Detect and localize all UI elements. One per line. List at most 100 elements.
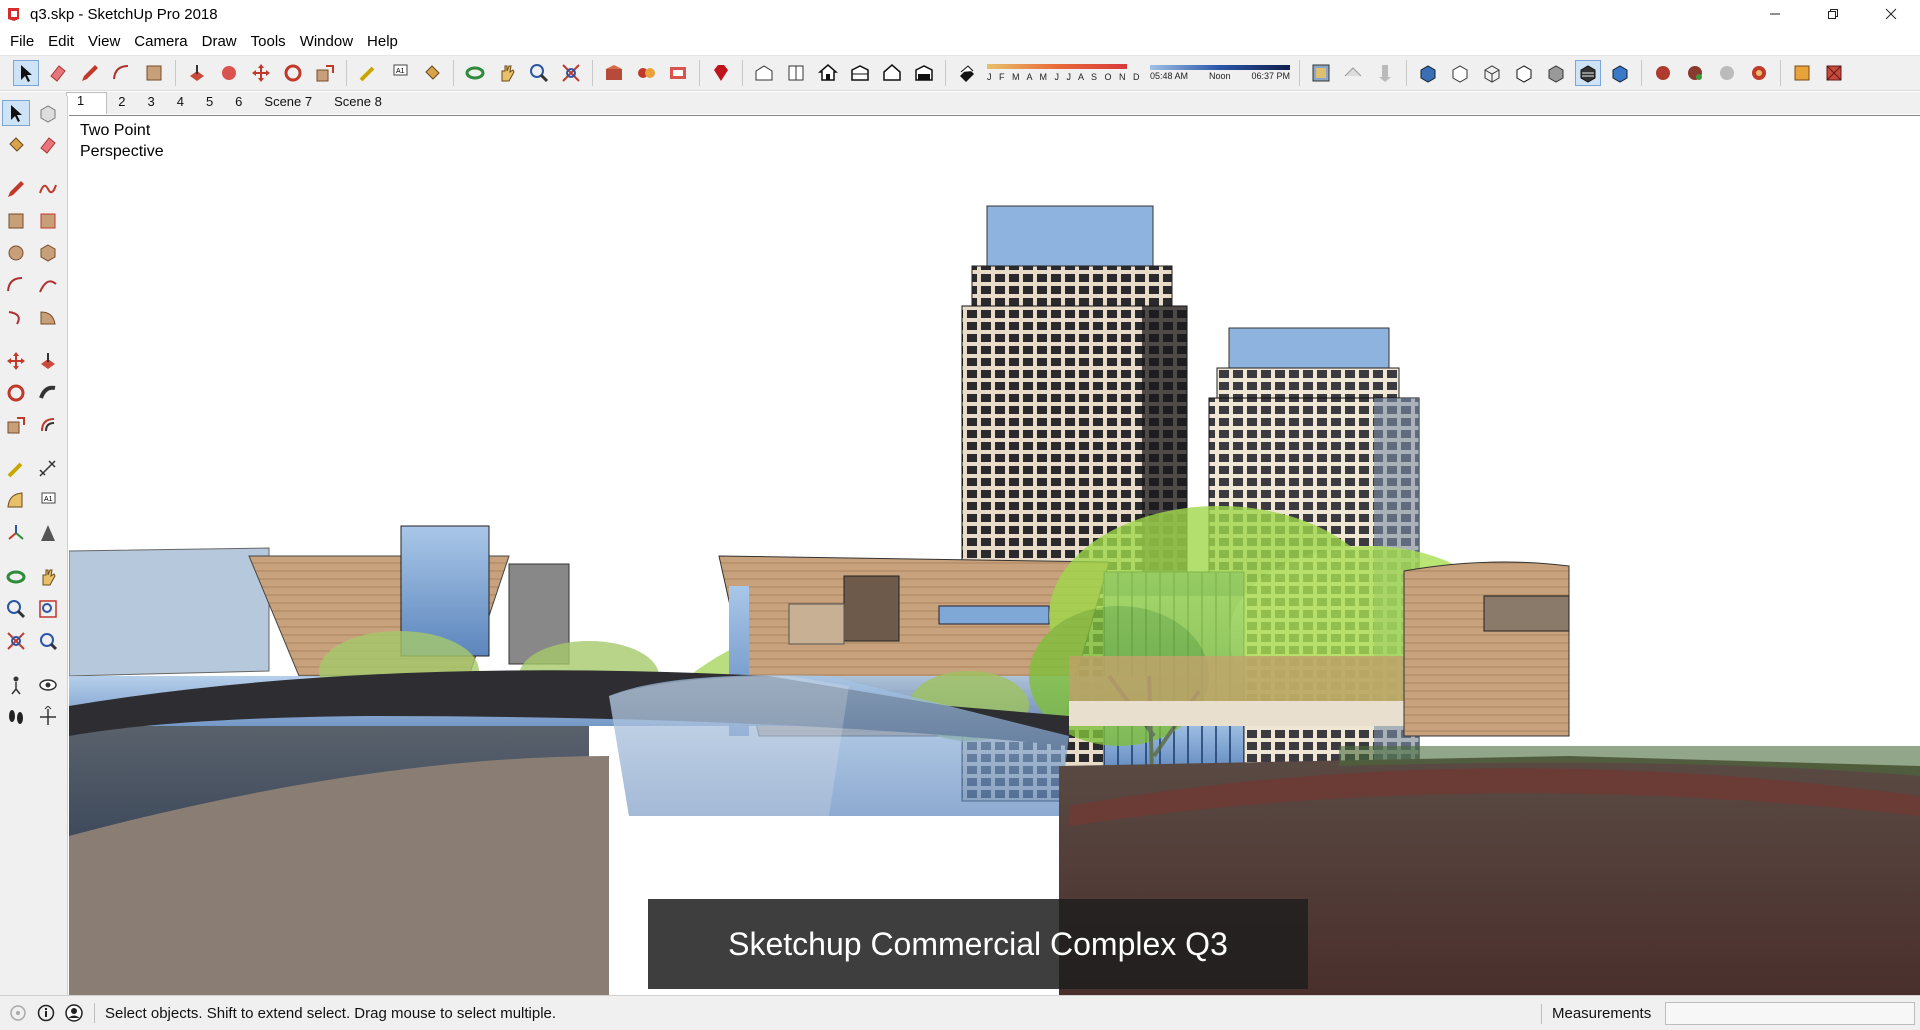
extension-manager-button[interactable] xyxy=(1746,60,1772,86)
scene-tab-2[interactable]: 2 xyxy=(107,92,137,114)
menu-view[interactable]: View xyxy=(81,33,127,50)
protractor-tool[interactable] xyxy=(2,488,30,514)
select-tool-button[interactable] xyxy=(13,60,39,86)
zoom-tool[interactable] xyxy=(2,596,30,622)
geo-location-button[interactable] xyxy=(8,1003,28,1023)
offset-tool[interactable] xyxy=(34,412,62,438)
walk-tool[interactable] xyxy=(2,704,30,730)
left-view-button[interactable] xyxy=(911,60,937,86)
orbit-tool[interactable] xyxy=(2,564,30,590)
menu-edit[interactable]: Edit xyxy=(41,33,81,50)
menu-help[interactable]: Help xyxy=(360,33,405,50)
make-component-tool[interactable] xyxy=(34,100,62,126)
menu-file[interactable]: File xyxy=(3,33,41,50)
month-slider[interactable] xyxy=(987,64,1127,69)
zoom-extents-button[interactable] xyxy=(558,60,584,86)
rotate-tool-button[interactable] xyxy=(280,60,306,86)
wireframe-button[interactable] xyxy=(1479,60,1505,86)
zoom-window-tool[interactable] xyxy=(34,596,62,622)
time-slider[interactable] xyxy=(1150,65,1291,70)
pan-tool[interactable] xyxy=(34,564,62,590)
arc-tool-button[interactable] xyxy=(109,60,135,86)
text-tool[interactable]: A1 xyxy=(34,488,62,514)
back-edges-button[interactable] xyxy=(1447,60,1473,86)
orbit-button[interactable] xyxy=(462,60,488,86)
text-tool-button[interactable]: A1 xyxy=(387,60,413,86)
iso-view-button[interactable] xyxy=(751,60,777,86)
section-plane-tool[interactable] xyxy=(34,704,62,730)
previous-view-tool[interactable] xyxy=(34,628,62,654)
share-model-button[interactable] xyxy=(1650,60,1676,86)
eraser-tool[interactable] xyxy=(34,132,62,158)
scene-tab-5[interactable]: 5 xyxy=(194,92,225,114)
back-view-button[interactable] xyxy=(879,60,905,86)
account-button[interactable] xyxy=(64,1003,84,1023)
menu-tools[interactable]: Tools xyxy=(244,33,293,50)
minimize-button[interactable] xyxy=(1746,0,1804,28)
pie-tool[interactable] xyxy=(34,304,62,330)
move-tool-button[interactable] xyxy=(248,60,274,86)
credits-button[interactable] xyxy=(36,1003,56,1023)
select-tool[interactable] xyxy=(2,100,30,126)
rotate-tool[interactable] xyxy=(2,380,30,406)
menu-camera[interactable]: Camera xyxy=(127,33,194,50)
3d-text-tool[interactable] xyxy=(34,520,62,546)
follow-me-tool[interactable] xyxy=(34,380,62,406)
line-tool[interactable] xyxy=(2,176,30,202)
shape-tool-button[interactable] xyxy=(141,60,167,86)
paint-bucket-button[interactable] xyxy=(419,60,445,86)
follow-me-button[interactable] xyxy=(216,60,242,86)
style-builder-button[interactable] xyxy=(1821,60,1847,86)
circle-tool[interactable] xyxy=(2,240,30,266)
top-view-button[interactable] xyxy=(783,60,809,86)
tape-measure-button[interactable] xyxy=(355,60,381,86)
rectangle-tool[interactable] xyxy=(2,208,30,234)
eraser-tool-button[interactable] xyxy=(45,60,71,86)
menu-draw[interactable]: Draw xyxy=(195,33,244,50)
close-button[interactable] xyxy=(1862,0,1920,28)
model-viewport[interactable]: Two Point Perspective Sketchup Commercia… xyxy=(69,115,1920,995)
axes-tool[interactable] xyxy=(2,520,30,546)
shaded-textures-button[interactable] xyxy=(1575,60,1602,86)
ruby-console-button[interactable] xyxy=(708,60,734,86)
measurements-input[interactable] xyxy=(1665,1002,1915,1025)
position-camera-tool[interactable] xyxy=(2,672,30,698)
section-plane-button[interactable] xyxy=(1308,60,1334,86)
paint-bucket-tool[interactable] xyxy=(2,132,30,158)
scale-tool[interactable] xyxy=(2,412,30,438)
scale-tool-button[interactable] xyxy=(312,60,338,86)
move-tool[interactable] xyxy=(2,348,30,374)
scene-tab-6[interactable]: 6 xyxy=(224,92,254,114)
scene-tab-3[interactable]: 3 xyxy=(136,92,166,114)
push-pull-tool[interactable] xyxy=(34,348,62,374)
share-component-button[interactable] xyxy=(1714,60,1740,86)
two-point-arc-tool[interactable] xyxy=(34,272,62,298)
get-models-button[interactable] xyxy=(1682,60,1708,86)
menu-window[interactable]: Window xyxy=(293,33,360,50)
push-pull-button[interactable] xyxy=(184,60,210,86)
arc-tool[interactable] xyxy=(2,272,30,298)
zoom-extents-tool[interactable] xyxy=(2,628,30,654)
restore-button[interactable] xyxy=(1804,0,1862,28)
freehand-tool[interactable] xyxy=(34,176,62,202)
scene-tab-4[interactable]: 4 xyxy=(165,92,195,114)
polygon-tool[interactable] xyxy=(34,240,62,266)
three-point-arc-tool[interactable] xyxy=(2,304,30,330)
scene-tab-1[interactable]: 1 xyxy=(66,92,108,114)
shaded-button[interactable] xyxy=(1543,60,1569,86)
warehouse-button[interactable] xyxy=(601,60,627,86)
section-cut-button[interactable] xyxy=(1340,60,1366,86)
scene-tab-8[interactable]: Scene 8 xyxy=(323,92,393,114)
tape-measure-tool[interactable] xyxy=(2,456,30,482)
scene-tab-7[interactable]: Scene 7 xyxy=(253,92,324,114)
components-button[interactable] xyxy=(633,60,659,86)
xray-button[interactable] xyxy=(1415,60,1441,86)
right-view-button[interactable] xyxy=(847,60,873,86)
zoom-button[interactable] xyxy=(526,60,552,86)
front-view-button[interactable] xyxy=(815,60,841,86)
hidden-line-button[interactable] xyxy=(1511,60,1537,86)
section-fill-button[interactable] xyxy=(1372,60,1398,86)
monochrome-button[interactable] xyxy=(1607,60,1633,86)
extension-warehouse-button[interactable] xyxy=(665,60,691,86)
line-tool-button[interactable] xyxy=(77,60,103,86)
